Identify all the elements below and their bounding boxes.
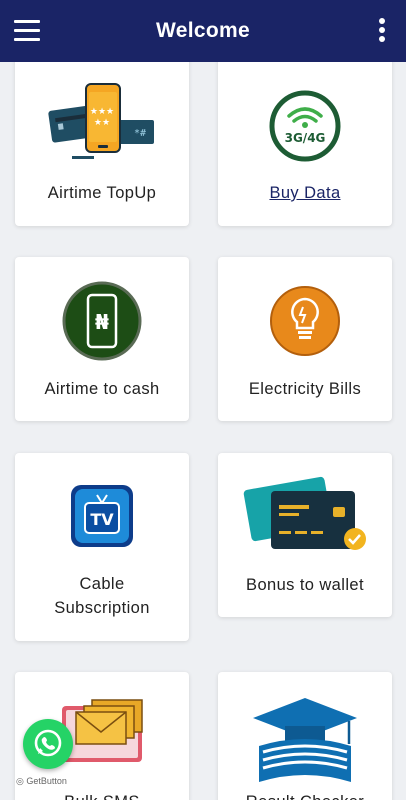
service-label: Bulk SMS — [15, 790, 189, 800]
service-card-buy-data[interactable]: 3G/4G Buy Data — [218, 52, 392, 226]
getbutton-label: GetButton — [26, 776, 67, 786]
service-label: Electricity Bills — [248, 380, 362, 398]
svg-text:TV: TV — [90, 510, 114, 529]
getbutton-logo-icon: ◎ — [16, 776, 24, 786]
service-label: Bonus to wallet — [246, 576, 364, 594]
service-label: Result Checker — [218, 790, 392, 800]
service-card-airtime-topup[interactable]: *# ★★★ ★★ Airtime TopUp — [15, 52, 189, 226]
service-card-electricity-bills[interactable]: Electricity Bills — [218, 257, 392, 421]
service-card-result-checker[interactable]: Result Checker — [218, 672, 392, 800]
svg-text:★★: ★★ — [94, 118, 110, 128]
svg-text:★★★: ★★★ — [90, 107, 114, 117]
service-card-airtime-to-cash[interactable]: ₦ Airtime to cash — [15, 257, 189, 421]
page-title: Welcome — [156, 19, 250, 42]
service-card-cable-subscription[interactable]: TV Cable Subscription — [15, 453, 189, 641]
kebab-menu-icon[interactable] — [378, 18, 386, 44]
app-header: Welcome — [0, 0, 406, 62]
service-label: Airtime to cash — [44, 380, 160, 398]
service-label: Airtime TopUp — [47, 184, 157, 202]
svg-text:*#: *# — [134, 128, 146, 139]
svg-text:3G/4G: 3G/4G — [285, 131, 326, 145]
credit-cards-icon — [243, 476, 366, 550]
service-card-bonus-to-wallet[interactable]: Bonus to wallet — [218, 453, 392, 617]
whatsapp-icon[interactable] — [23, 719, 73, 769]
service-label: Cable Subscription — [54, 575, 150, 617]
svg-text:₦: ₦ — [95, 310, 109, 334]
graduation-cap-book-icon — [253, 698, 357, 782]
phone-cards-icon: *# ★★★ ★★ — [48, 83, 154, 159]
lightbulb-icon — [270, 286, 340, 356]
3g-4g-wifi-icon: 3G/4G — [269, 90, 341, 162]
naira-phone-icon: ₦ — [62, 281, 142, 361]
tv-icon: TV — [71, 485, 133, 547]
service-label[interactable]: Buy Data — [218, 181, 392, 205]
getbutton-credit: ◎ GetButton — [16, 776, 67, 787]
